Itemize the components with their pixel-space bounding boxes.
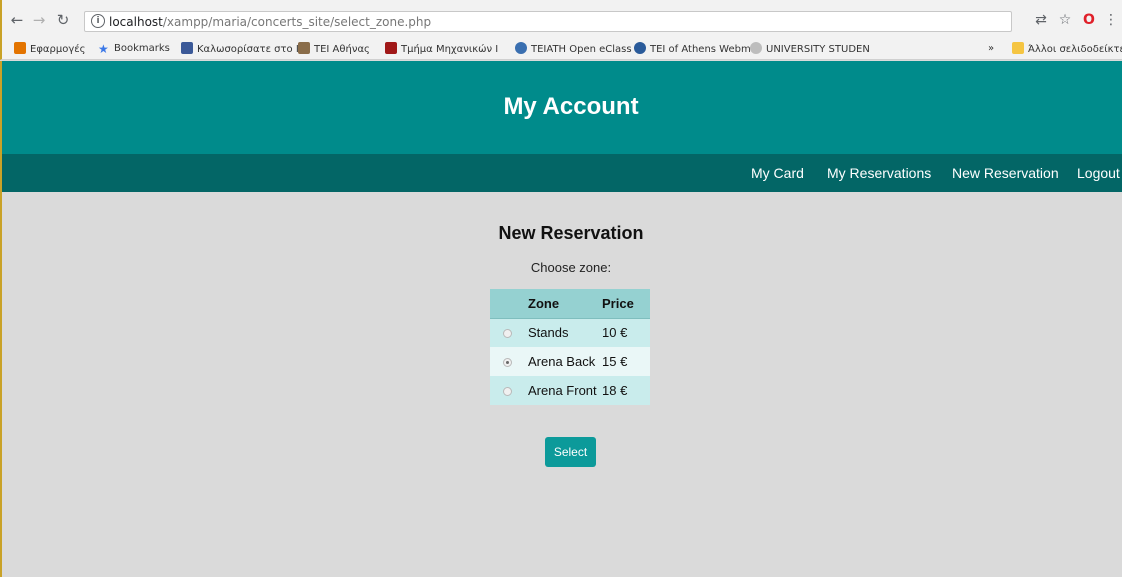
- dept-logo-icon: [385, 42, 397, 54]
- folder-icon: [1012, 42, 1024, 54]
- university-seal-icon: [750, 42, 762, 54]
- zone-radio-arena-back[interactable]: [502, 358, 512, 368]
- zone-price: 10 €: [598, 318, 650, 347]
- translate-icon[interactable]: ⇄: [1032, 11, 1050, 29]
- webmail-icon: [634, 42, 646, 54]
- zone-radio-arena-front[interactable]: [502, 387, 512, 397]
- site-nav: My Card My Reservations New Reservation …: [2, 154, 1122, 192]
- table-row[interactable]: Stands 10 €: [490, 318, 650, 347]
- menu-kebab-icon[interactable]: ⋮: [1104, 11, 1118, 29]
- bookmark-eclass[interactable]: TEIATH Open eClass: [515, 42, 632, 56]
- zone-radio-stands[interactable]: [502, 329, 512, 339]
- star-bookmark-icon[interactable]: ☆: [1056, 11, 1074, 29]
- zone-table: Zone Price Stands 10 € Arena Back 15 € A…: [490, 289, 650, 405]
- zone-price: 18 €: [598, 376, 650, 405]
- bookmark-apps[interactable]: Εφαρμογές: [14, 42, 86, 56]
- other-bookmarks[interactable]: Άλλοι σελιδοδείκτες: [1012, 42, 1122, 56]
- table-header-row: Zone Price: [490, 289, 650, 319]
- zone-name: Arena Front: [524, 376, 598, 405]
- tei-logo-icon: [298, 42, 310, 54]
- zone-name: Stands: [524, 318, 598, 347]
- back-arrow-icon[interactable]: ←: [8, 11, 26, 29]
- table-row[interactable]: Arena Front 18 €: [490, 376, 650, 405]
- bookmark-facebook[interactable]: Καλωσορίσατε στο Ι: [181, 42, 299, 56]
- apps-grid-icon: [14, 42, 26, 54]
- table-row[interactable]: Arena Back 15 €: [490, 347, 650, 376]
- star-icon: ★: [98, 42, 109, 56]
- bookmarks-overflow[interactable]: »: [988, 42, 994, 56]
- address-url[interactable]: localhost/xampp/maria/concerts_site/sele…: [109, 15, 431, 29]
- zone-name: Arena Back: [524, 347, 598, 376]
- bookmark-webmail[interactable]: TEI of Athens Webm: [634, 42, 751, 56]
- bookmark-bookmarks[interactable]: ★ Bookmarks: [98, 42, 170, 56]
- info-icon[interactable]: i: [91, 14, 105, 28]
- address-bar[interactable]: i localhost/xampp/maria/concerts_site/se…: [84, 11, 1012, 32]
- bookmarks-bar: Εφαρμογές ★ Bookmarks Καλωσορίσατε στο Ι …: [0, 38, 1122, 60]
- bookmark-tei-athens[interactable]: TEI Αθήνας: [298, 42, 370, 56]
- opera-icon[interactable]: O: [1080, 11, 1098, 29]
- header-zone: Zone: [524, 289, 598, 319]
- section-title: New Reservation: [498, 223, 644, 243]
- header-price: Price: [598, 289, 650, 319]
- reload-icon[interactable]: ↻: [54, 11, 72, 29]
- page: My Account My Card My Reservations New R…: [0, 61, 1122, 577]
- nav-new-reservation[interactable]: New Reservation: [952, 165, 1059, 181]
- browser-toolbar: ← → ↻ i localhost/xampp/maria/concerts_s…: [0, 0, 1122, 38]
- page-title: My Account: [503, 93, 639, 120]
- nav-my-reservations[interactable]: My Reservations: [827, 165, 931, 181]
- section-subtitle: Choose zone:: [530, 260, 612, 275]
- nav-my-card[interactable]: My Card: [751, 165, 804, 181]
- forward-arrow-icon[interactable]: →: [30, 11, 48, 29]
- nav-logout[interactable]: Logout: [1077, 165, 1120, 181]
- bookmark-university[interactable]: UNIVERSITY STUDEN: [750, 42, 870, 56]
- eclass-icon: [515, 42, 527, 54]
- bookmark-dept[interactable]: Τμήμα Μηχανικών Ι: [385, 42, 498, 56]
- header-radio: [490, 289, 524, 319]
- facebook-icon: [181, 42, 193, 54]
- select-button[interactable]: Select: [545, 437, 596, 467]
- zone-price: 15 €: [598, 347, 650, 376]
